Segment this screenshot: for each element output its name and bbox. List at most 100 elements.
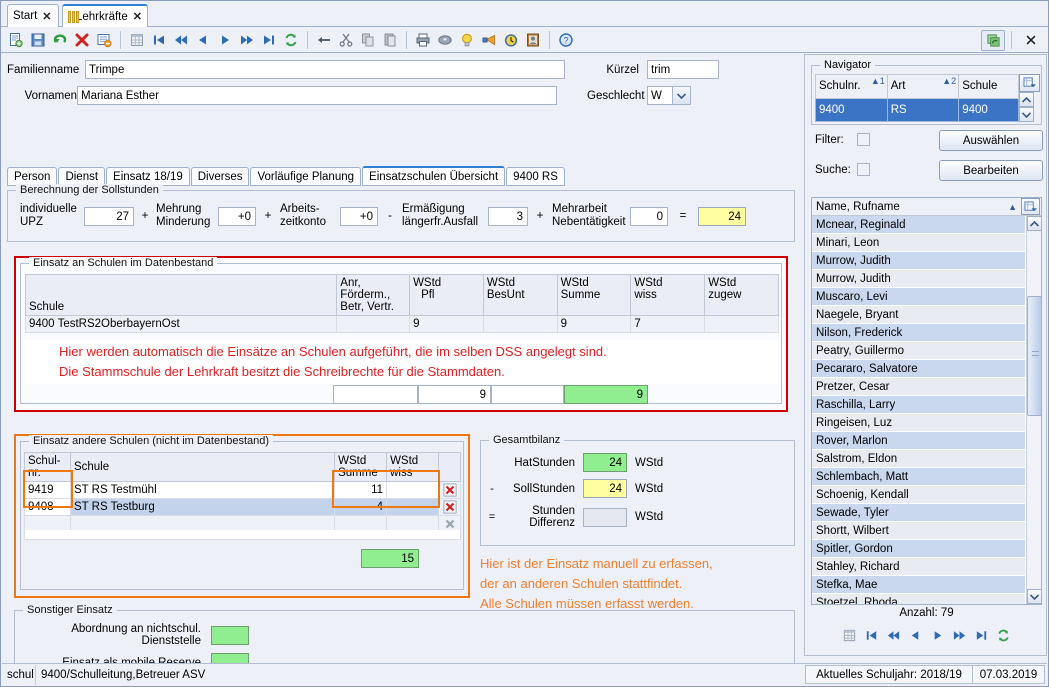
paste-icon[interactable] <box>379 29 401 51</box>
refresh-icon[interactable] <box>993 624 1015 646</box>
help-icon[interactable]: ? <box>555 29 577 51</box>
list-vertical-scrollbar[interactable] <box>1026 216 1041 604</box>
delete-row-button-1[interactable] <box>438 481 461 499</box>
print-icon[interactable] <box>412 29 434 51</box>
bearbeiten-button[interactable]: Bearbeiten <box>939 160 1043 181</box>
col-wstd-summe-2[interactable]: WStd Summe <box>334 452 388 482</box>
doc-tab-lehrkraefte-close-icon[interactable]: ✕ <box>133 10 142 23</box>
cell-wiss[interactable] <box>386 481 439 499</box>
familienname-field[interactable]: Trimpe <box>85 60 565 79</box>
tab-9400-rs[interactable]: 9400 RS <box>506 167 565 186</box>
table-row[interactable]: 9408 ST RS Testburg 4 <box>24 498 461 516</box>
prev-icon[interactable] <box>192 29 214 51</box>
refresh-icon[interactable] <box>280 29 302 51</box>
col-schule[interactable]: Schule <box>24 274 338 316</box>
prev-fast-icon[interactable] <box>170 29 192 51</box>
first-icon[interactable] <box>148 29 170 51</box>
lehrkraefte-listbox[interactable]: Name, Rufname ▲ Mcnear, Reginald Minari,… <box>811 197 1042 605</box>
navigator-grid[interactable]: Schulnr. ▲1 Art ▲2 Schule 9400 RS 9400 <box>815 74 1019 122</box>
cell-schulnr[interactable]: 9419 <box>24 481 71 499</box>
window-refresh-icon[interactable] <box>981 29 1005 51</box>
cell-wstd-summe[interactable]: 9 <box>556 315 632 333</box>
list-item[interactable]: Pecararo, Salvatore <box>812 360 1025 378</box>
last-icon[interactable] <box>258 29 280 51</box>
table-row[interactable]: 9400 TestRS2OberbayernOst 9 9 7 <box>24 315 779 333</box>
nav-scroll-down-icon[interactable] <box>1019 107 1034 122</box>
user-icon[interactable] <box>522 29 544 51</box>
list-item[interactable]: Minari, Leon <box>812 234 1025 252</box>
chevron-down-icon[interactable] <box>673 86 691 105</box>
cell-summe[interactable]: 4 <box>334 498 388 516</box>
list-scroll-up-icon[interactable] <box>1027 216 1041 231</box>
kuerzel-field[interactable]: trim <box>647 60 719 79</box>
vornamen-field[interactable]: Mariana Esther <box>77 86 557 105</box>
list-item[interactable]: Muscaro, Levi <box>812 288 1025 306</box>
next-fast-icon[interactable] <box>236 29 258 51</box>
list-item[interactable]: Pretzer, Cesar <box>812 378 1025 396</box>
delete-icon[interactable] <box>71 29 93 51</box>
cell-schule-name[interactable]: ST RS Testmühl <box>69 481 336 499</box>
col-wstd-besunt[interactable]: WStd BesUnt <box>482 274 558 316</box>
list-item[interactable]: Stahley, Richard <box>812 558 1025 576</box>
cell-wiss[interactable] <box>386 498 439 516</box>
nav-cell-art[interactable]: RS <box>886 97 960 122</box>
suche-checkbox[interactable] <box>857 163 870 176</box>
nav-cell-schulnr[interactable]: 9400 <box>815 97 888 122</box>
nav-scroll-up-icon[interactable] <box>1019 92 1034 107</box>
einsatz-datenbestand-table[interactable]: Schule Anr, Förderm., Betr, Vertr. WStd Pf… <box>24 274 779 333</box>
cell-schule-name[interactable]: ST RS Testburg <box>69 498 336 516</box>
table-icon[interactable] <box>839 624 861 646</box>
list-item[interactable]: Ringeisen, Luz <box>812 414 1025 432</box>
list-item[interactable]: Shortt, Wilbert <box>812 522 1025 540</box>
list-header[interactable]: Name, Rufname ▲ <box>812 198 1041 216</box>
nav-col-schulnr[interactable]: Schulnr. ▲1 <box>815 74 888 99</box>
list-item[interactable]: Stefka, Mae <box>812 576 1025 594</box>
mehrung-field[interactable]: +0 <box>218 206 256 226</box>
list-item[interactable]: Sewade, Tyler <box>812 504 1025 522</box>
list-item[interactable]: Nilson, Frederick <box>812 324 1025 342</box>
clock-icon[interactable] <box>500 29 522 51</box>
first-icon[interactable] <box>861 624 883 646</box>
cell-schulnr[interactable]: 9408 <box>24 498 71 516</box>
megaphone-icon[interactable] <box>478 29 500 51</box>
nav-col-schule[interactable]: Schule <box>958 74 1019 99</box>
close-icon[interactable] <box>1018 29 1044 51</box>
cell-schule[interactable]: 9400 TestRS2OberbayernOst <box>24 315 338 333</box>
list-column-chooser-icon[interactable] <box>1021 198 1040 215</box>
nav-col-art[interactable]: Art ▲2 <box>886 74 960 99</box>
list-item[interactable]: Schoenig, Kendall <box>812 486 1025 504</box>
delete-row-button-2[interactable] <box>438 498 461 516</box>
list-item[interactable]: Murrow, Judith <box>812 252 1025 270</box>
detail-icon[interactable] <box>93 29 115 51</box>
doc-tab-start[interactable]: Start ✕ <box>7 4 59 27</box>
list-item[interactable]: Raschilla, Larry <box>812 396 1025 414</box>
cut-icon[interactable] <box>335 29 357 51</box>
filter-checkbox[interactable] <box>857 133 870 146</box>
cell-wstd-besunt[interactable] <box>482 315 558 333</box>
col-wstd-summe[interactable]: WStd Summe <box>556 274 632 316</box>
upz-field[interactable]: 27 <box>84 206 134 226</box>
list-item[interactable]: Schlembach, Matt <box>812 468 1025 486</box>
list-item[interactable]: Salstrom, Eldon <box>812 450 1025 468</box>
save-icon[interactable] <box>27 29 49 51</box>
list-item[interactable]: Stoetzel, Rhoda <box>812 594 1025 604</box>
table-row[interactable]: 9419 ST RS Testmühl 11 <box>24 481 461 499</box>
list-scroll-down-icon[interactable] <box>1027 589 1041 604</box>
new-icon[interactable] <box>5 29 27 51</box>
col-wstd-zugew[interactable]: WStd zugew <box>704 274 779 316</box>
tab-einsatzschulen-uebersicht[interactable]: Einsatzschulen Übersicht <box>362 166 506 186</box>
tab-vorlaeufige-planung[interactable]: Vorläufige Planung <box>250 167 362 186</box>
arbeitszeitkonto-field[interactable]: +0 <box>340 206 378 226</box>
einsatz-andere-table[interactable]: Schul-nr. Schule WStd Summe WStd wiss 9419… <box>24 452 461 533</box>
next-icon[interactable] <box>214 29 236 51</box>
copy-icon[interactable] <box>357 29 379 51</box>
tab-diverses[interactable]: Diverses <box>190 167 250 186</box>
next-fast-icon[interactable] <box>949 624 971 646</box>
col-wstd-wiss[interactable]: WStd wiss <box>630 274 706 316</box>
list-item[interactable]: Mcnear, Reginald <box>812 216 1025 234</box>
list-item[interactable]: Naegele, Bryant <box>812 306 1025 324</box>
prev-fast-icon[interactable] <box>883 624 905 646</box>
disk-icon[interactable] <box>434 29 456 51</box>
table-icon[interactable] <box>126 29 148 51</box>
auswaehlen-button[interactable]: Auswählen <box>939 130 1043 151</box>
